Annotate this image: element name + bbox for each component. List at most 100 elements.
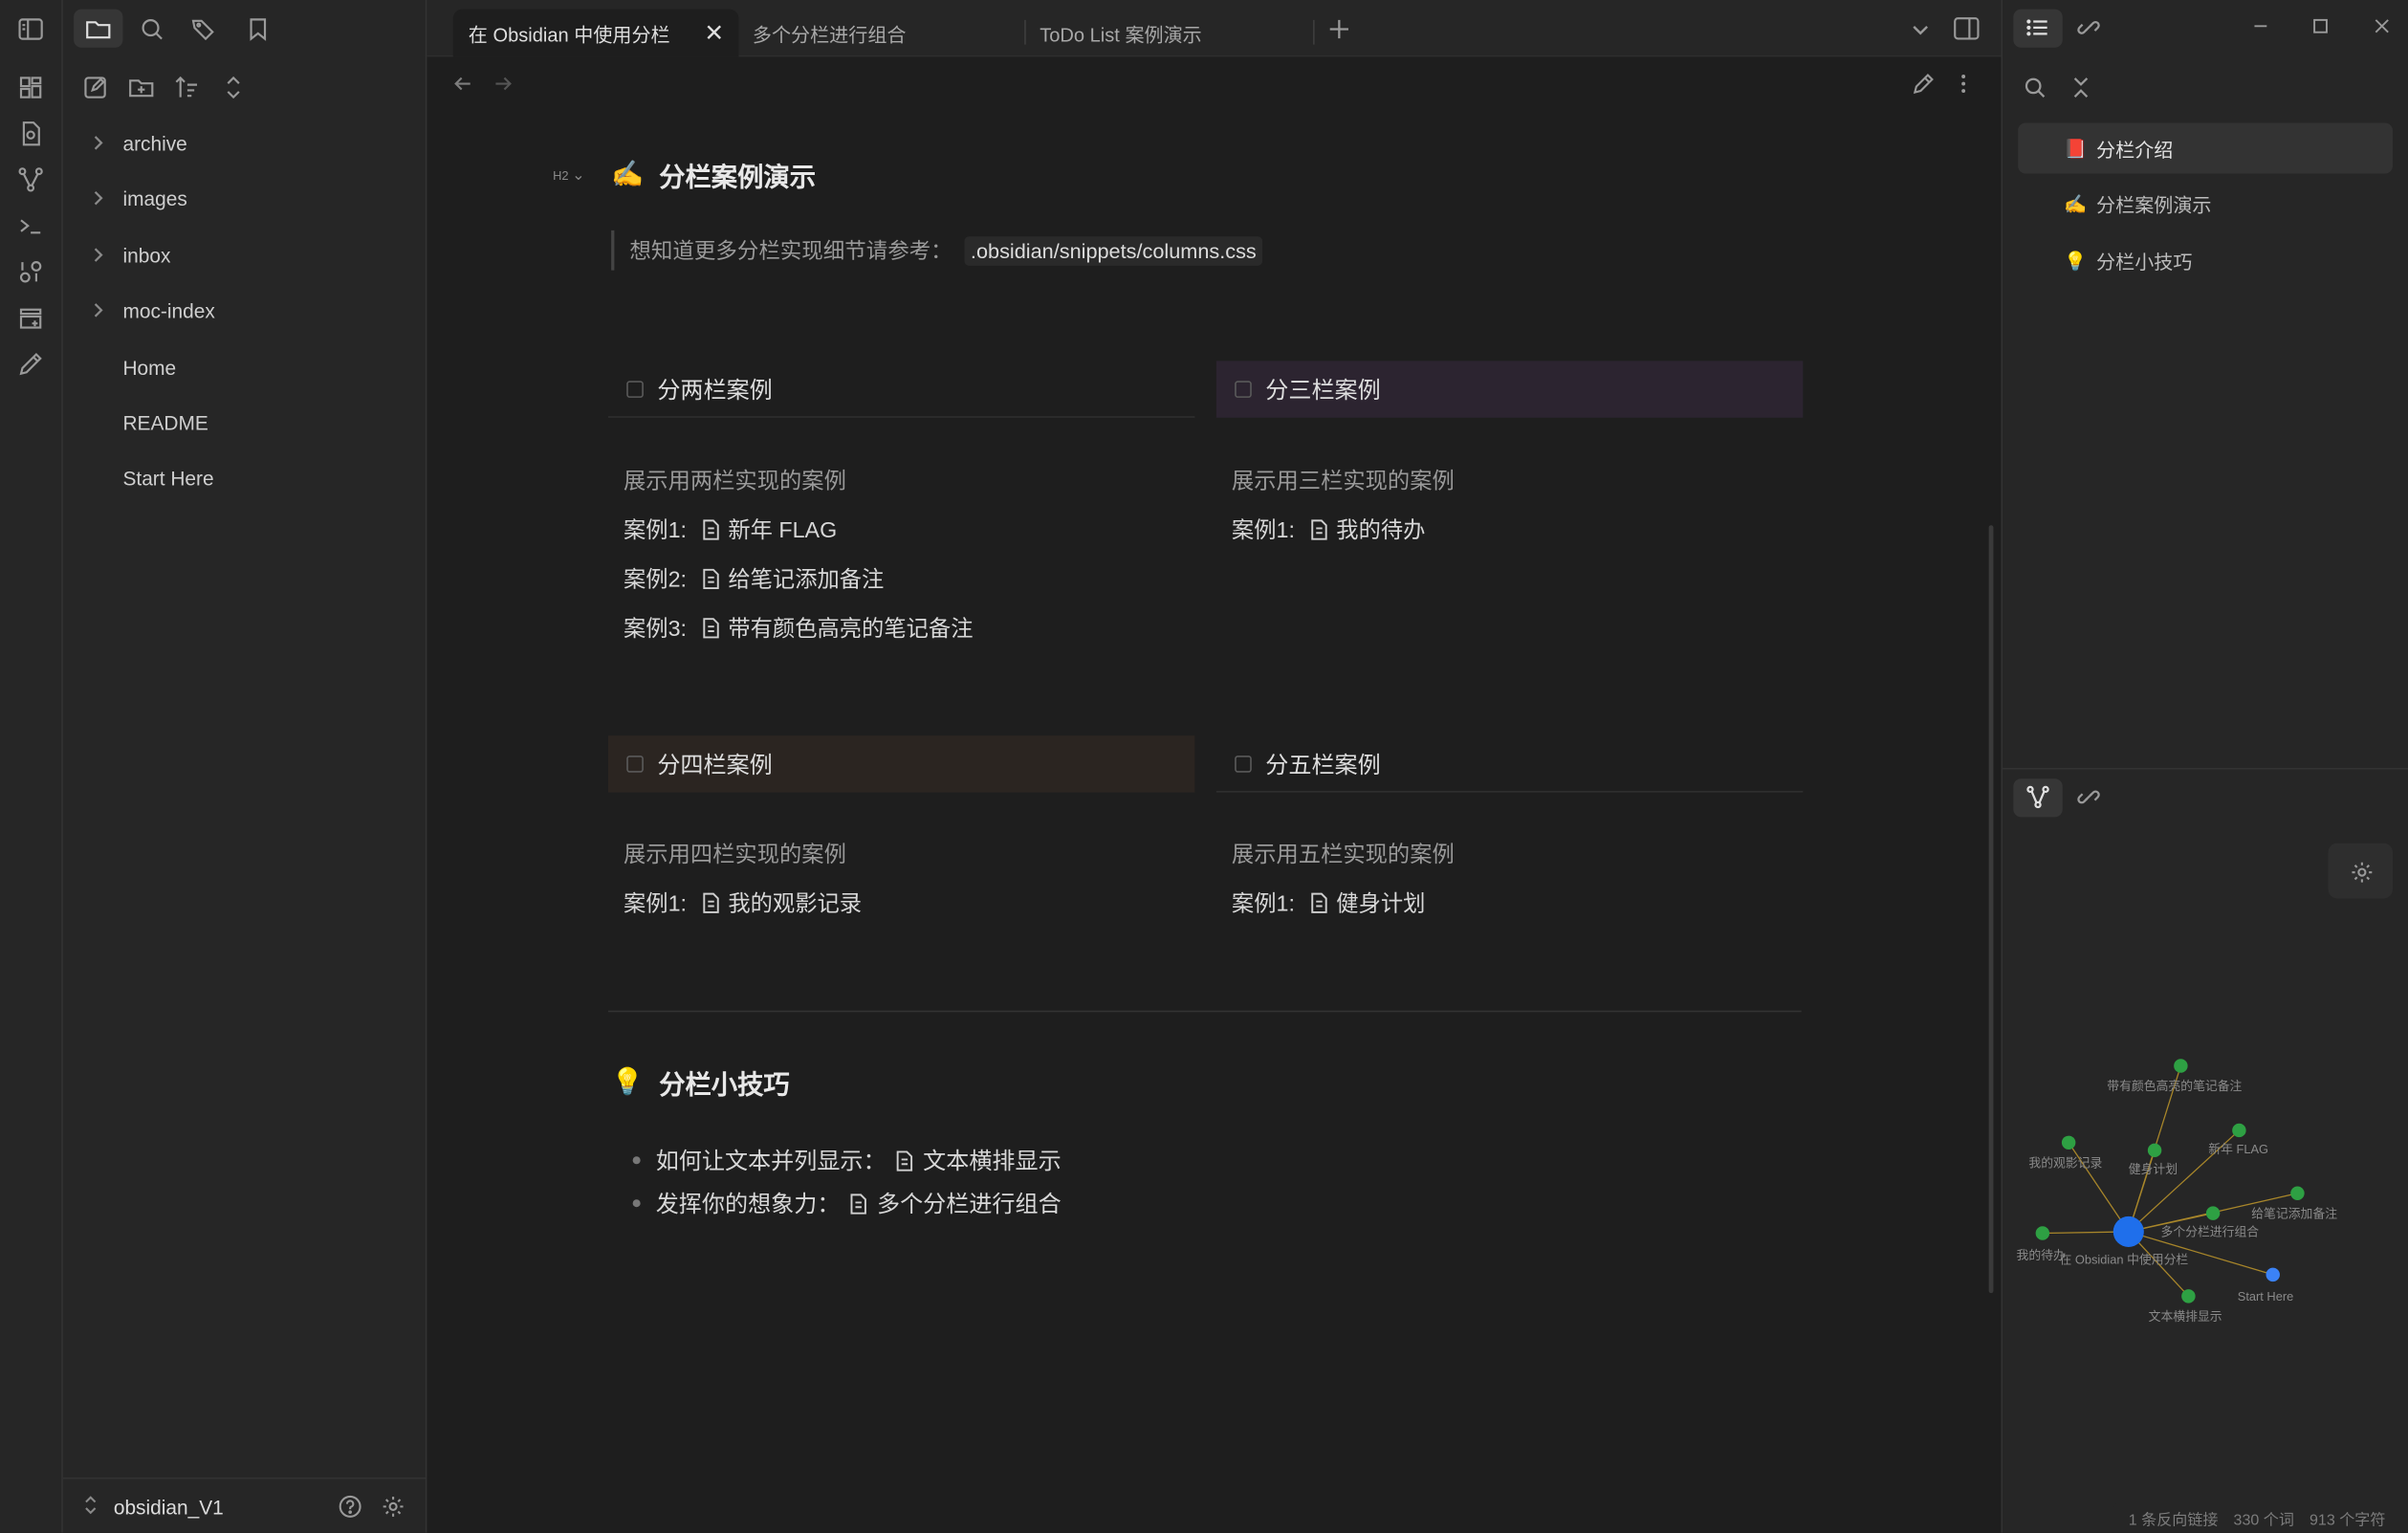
backlinks-icon[interactable] (2076, 785, 2101, 810)
ribbon (0, 0, 63, 1533)
obsidian-window: archive images inbox moc-index Home READ… (0, 0, 2408, 1533)
graph-view-icon[interactable] (17, 165, 45, 193)
heading-text: 分栏案例演示 (659, 163, 817, 192)
close-icon[interactable] (705, 23, 723, 41)
word-count: 330 个词 (2233, 1512, 2294, 1529)
graph-node[interactable] (2061, 1135, 2076, 1150)
close-window-icon[interactable] (2372, 15, 2393, 36)
checkbox[interactable] (1235, 381, 1252, 398)
search-icon[interactable] (2023, 76, 2047, 100)
case-row: 案例1: 我的待办 (1232, 513, 1425, 545)
internal-link[interactable]: 带有颜色高亮的笔记备注 (728, 611, 973, 644)
outline-item[interactable]: 📕 分栏介绍 (2018, 122, 2393, 174)
tree-folder-images[interactable]: images (63, 175, 427, 221)
collapse-all-icon[interactable] (220, 74, 248, 101)
collapse-all-icon[interactable] (2069, 76, 2093, 100)
excalidraw-icon[interactable] (17, 350, 45, 378)
tree-folder-moc-index[interactable]: moc-index (63, 287, 427, 333)
toggle-sidebar-icon[interactable] (17, 15, 45, 43)
tags-icon[interactable] (190, 15, 218, 43)
tab-combine-columns[interactable]: 多个分栏进行组合 (737, 10, 1023, 57)
toggle-right-sidebar-icon[interactable] (1954, 17, 1980, 42)
note-link-icon (702, 891, 720, 913)
local-graph[interactable]: 带有颜色高亮的笔记备注新年 FLAG 我的观影记录 健身计划给笔记添加备注多个分栏进… (2003, 1031, 2408, 1338)
internal-link[interactable]: 给笔记添加备注 (728, 562, 884, 595)
scrollbar[interactable] (1988, 525, 1994, 1294)
tab-list-chevron-down-icon[interactable] (1911, 20, 1931, 40)
tree-file-start-here[interactable]: Start Here (63, 454, 427, 500)
counter-icon[interactable] (17, 258, 45, 286)
more-options-icon[interactable] (1952, 72, 1975, 95)
new-note-icon[interactable] (81, 74, 109, 101)
graph-node[interactable] (2205, 1206, 2221, 1220)
internal-link[interactable]: 我的观影记录 (728, 887, 862, 919)
back-arrow-icon[interactable] (451, 72, 474, 95)
outgoing-links-icon[interactable] (2076, 15, 2101, 40)
tree-file-home[interactable]: Home (63, 344, 427, 390)
heading-level-badge[interactable]: H2 ⌄ (553, 167, 584, 185)
graph-node[interactable] (2035, 1226, 2050, 1240)
backlink-count[interactable]: 1 条反向链接 (2129, 1506, 2219, 1529)
graph-center-node[interactable] (2112, 1215, 2144, 1247)
column-desc: 展示用四栏实现的案例 (623, 843, 846, 868)
tab-columns-note[interactable]: 在 Obsidian 中使用分栏 (452, 9, 739, 57)
sort-icon[interactable] (173, 74, 201, 101)
graph-node[interactable] (2181, 1289, 2196, 1303)
char-count: 913 个字符 (2309, 1512, 2386, 1529)
graph-node[interactable] (2232, 1123, 2246, 1138)
canvas-icon[interactable] (17, 74, 45, 101)
internal-link[interactable]: 多个分栏进行组合 (877, 1187, 1062, 1219)
edit-pencil-icon[interactable] (1912, 72, 1935, 95)
column-desc: 展示用五栏实现的案例 (1231, 843, 1455, 868)
tree-file-readme[interactable]: README (63, 400, 427, 446)
settings-gear-icon[interactable] (381, 1495, 405, 1520)
checkbox[interactable] (1235, 755, 1252, 772)
internal-link[interactable]: 我的待办 (1336, 513, 1425, 545)
open-note-icon[interactable] (17, 120, 45, 147)
checkbox[interactable] (626, 756, 644, 773)
tree-folder-inbox[interactable]: inbox (63, 231, 427, 277)
graph-node-label: 新年 FLAG (2208, 1142, 2268, 1156)
new-tab-plus-icon[interactable] (1328, 18, 1349, 39)
outline-item[interactable]: 💡 分栏小技巧 (2018, 235, 2393, 286)
vault-switcher[interactable]: obsidian_V1 (62, 1477, 427, 1533)
outline-list-icon[interactable] (2025, 15, 2050, 40)
column-heading-four: 分四栏案例 (607, 735, 1195, 793)
internal-link[interactable]: 新年 FLAG (728, 513, 837, 545)
graph-node-label: 多个分栏进行组合 (2161, 1225, 2260, 1239)
tree-item-label: inbox (122, 243, 171, 267)
case-row: 案例1: 新年 FLAG (624, 513, 837, 545)
minimize-icon[interactable] (2250, 15, 2271, 36)
maximize-icon[interactable] (2309, 15, 2331, 36)
tab-label: 在 Obsidian 中使用分栏 (468, 24, 670, 47)
graph-settings-gear-icon[interactable] (2350, 860, 2375, 885)
case-row: 案例1: 我的观影记录 (624, 887, 862, 919)
graph-node[interactable] (2147, 1143, 2162, 1158)
heading-column-examples: ✍️ 分栏案例演示 (611, 155, 816, 193)
heading-column-tips: 💡 分栏小技巧 (611, 1062, 790, 1101)
outline-item[interactable]: ✍️ 分栏案例演示 (2018, 178, 2393, 229)
lightbulb-emoji: 💡 (611, 1066, 645, 1096)
file-explorer-icon[interactable] (84, 15, 112, 43)
help-icon[interactable] (338, 1495, 362, 1520)
command-palette-icon[interactable] (17, 212, 45, 240)
tree-folder-archive[interactable]: archive (63, 120, 427, 165)
graph-node[interactable] (2174, 1059, 2188, 1073)
graph-node[interactable] (2266, 1267, 2280, 1282)
internal-link[interactable]: 健身计划 (1336, 887, 1425, 919)
case-row: 案例3: 带有颜色高亮的笔记备注 (624, 611, 973, 644)
heading-text: 分栏小技巧 (659, 1070, 790, 1100)
search-icon[interactable] (139, 15, 166, 43)
templates-icon[interactable] (17, 304, 45, 332)
bookmark-icon[interactable] (244, 15, 272, 43)
forward-arrow-icon[interactable] (492, 72, 514, 95)
tree-item-label: Start Here (122, 466, 214, 490)
internal-link[interactable]: 文本横排显示 (923, 1144, 1062, 1176)
graph-node[interactable] (2290, 1186, 2305, 1201)
new-folder-icon[interactable] (127, 74, 155, 101)
graph-view-icon[interactable] (2025, 785, 2050, 810)
checkbox[interactable] (626, 380, 644, 398)
note-link-icon (1310, 518, 1328, 539)
tab-todo-list[interactable]: ToDo List 案例演示 (1024, 10, 1310, 57)
outline-label: 分栏案例演示 (2096, 194, 2212, 217)
